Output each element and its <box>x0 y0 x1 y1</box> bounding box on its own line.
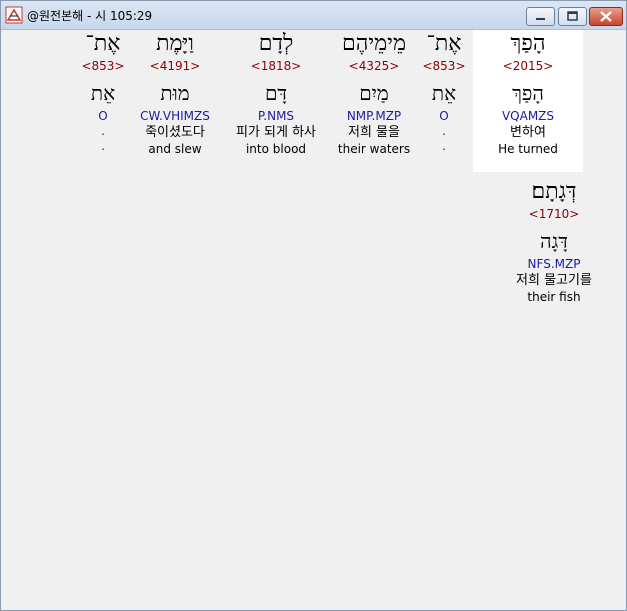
strong-number[interactable]: <853> <box>48 58 158 74</box>
interlinear-panel: הָפַךְ <2015> הָפַךְ VQAMZS 변하여 He turne… <box>1 30 626 610</box>
lemma: דָּגָה <box>540 229 568 253</box>
english-gloss: . <box>101 139 105 153</box>
morphology-code: O <box>98 109 108 123</box>
korean-gloss: 저희 물을 <box>348 125 400 140</box>
hebrew-word: לְדָם <box>258 31 294 56</box>
morphology-code: NFS.MZP <box>527 257 581 271</box>
close-button[interactable] <box>589 7 623 26</box>
hebrew-word: דְּגָתָם׃ <box>531 179 577 204</box>
app-window: @원전본해 - 시 105:29 הָפַךְ <2015> הָפַךְ VQ… <box>0 0 627 611</box>
morphology-code: P.NMS <box>257 109 295 123</box>
lemma: מַיִם <box>359 81 389 105</box>
minimize-button[interactable] <box>526 7 555 26</box>
strong-number[interactable]: <1818> <box>221 58 331 74</box>
word-block[interactable]: דְּגָתָם׃ <1710> דָּגָה NFS.MZP 저희 물고기를 … <box>499 178 609 305</box>
strong-number[interactable]: <1710> <box>499 206 609 222</box>
maximize-button[interactable] <box>558 7 587 26</box>
minimize-icon <box>536 18 545 20</box>
word-block[interactable]: לְדָם <1818> דָּם P.NMS 피가 되게 하사 into bl… <box>221 30 331 157</box>
title-bar[interactable]: @원전본해 - 시 105:29 <box>1 1 626 30</box>
app-icon <box>5 6 23 24</box>
strong-number[interactable]: <4325> <box>319 58 429 74</box>
window-title: @원전본해 - 시 105:29 <box>27 9 153 23</box>
english-gloss: their waters <box>337 142 411 156</box>
lemma: אֵת <box>90 81 116 105</box>
lemma: דָּם <box>264 81 288 105</box>
word-block[interactable]: אֶת־ <853> אֵת O . . <box>48 30 158 154</box>
english-gloss: their fish <box>527 290 581 304</box>
hebrew-word: מֵימֵיהֶם <box>341 31 406 56</box>
word-block[interactable]: מֵימֵיהֶם <4325> מַיִם NMP.MZP 저희 물을 the… <box>319 30 429 157</box>
hebrew-word: אֶת־ <box>85 31 121 56</box>
maximize-icon <box>567 11 578 21</box>
morphology-code: NMP.MZP <box>346 109 402 123</box>
close-icon <box>600 11 612 22</box>
korean-gloss: . <box>101 124 105 138</box>
korean-gloss: 피가 되게 하사 <box>235 125 317 140</box>
korean-gloss: 저희 물고기를 <box>516 273 592 288</box>
english-gloss: into blood <box>245 142 307 156</box>
